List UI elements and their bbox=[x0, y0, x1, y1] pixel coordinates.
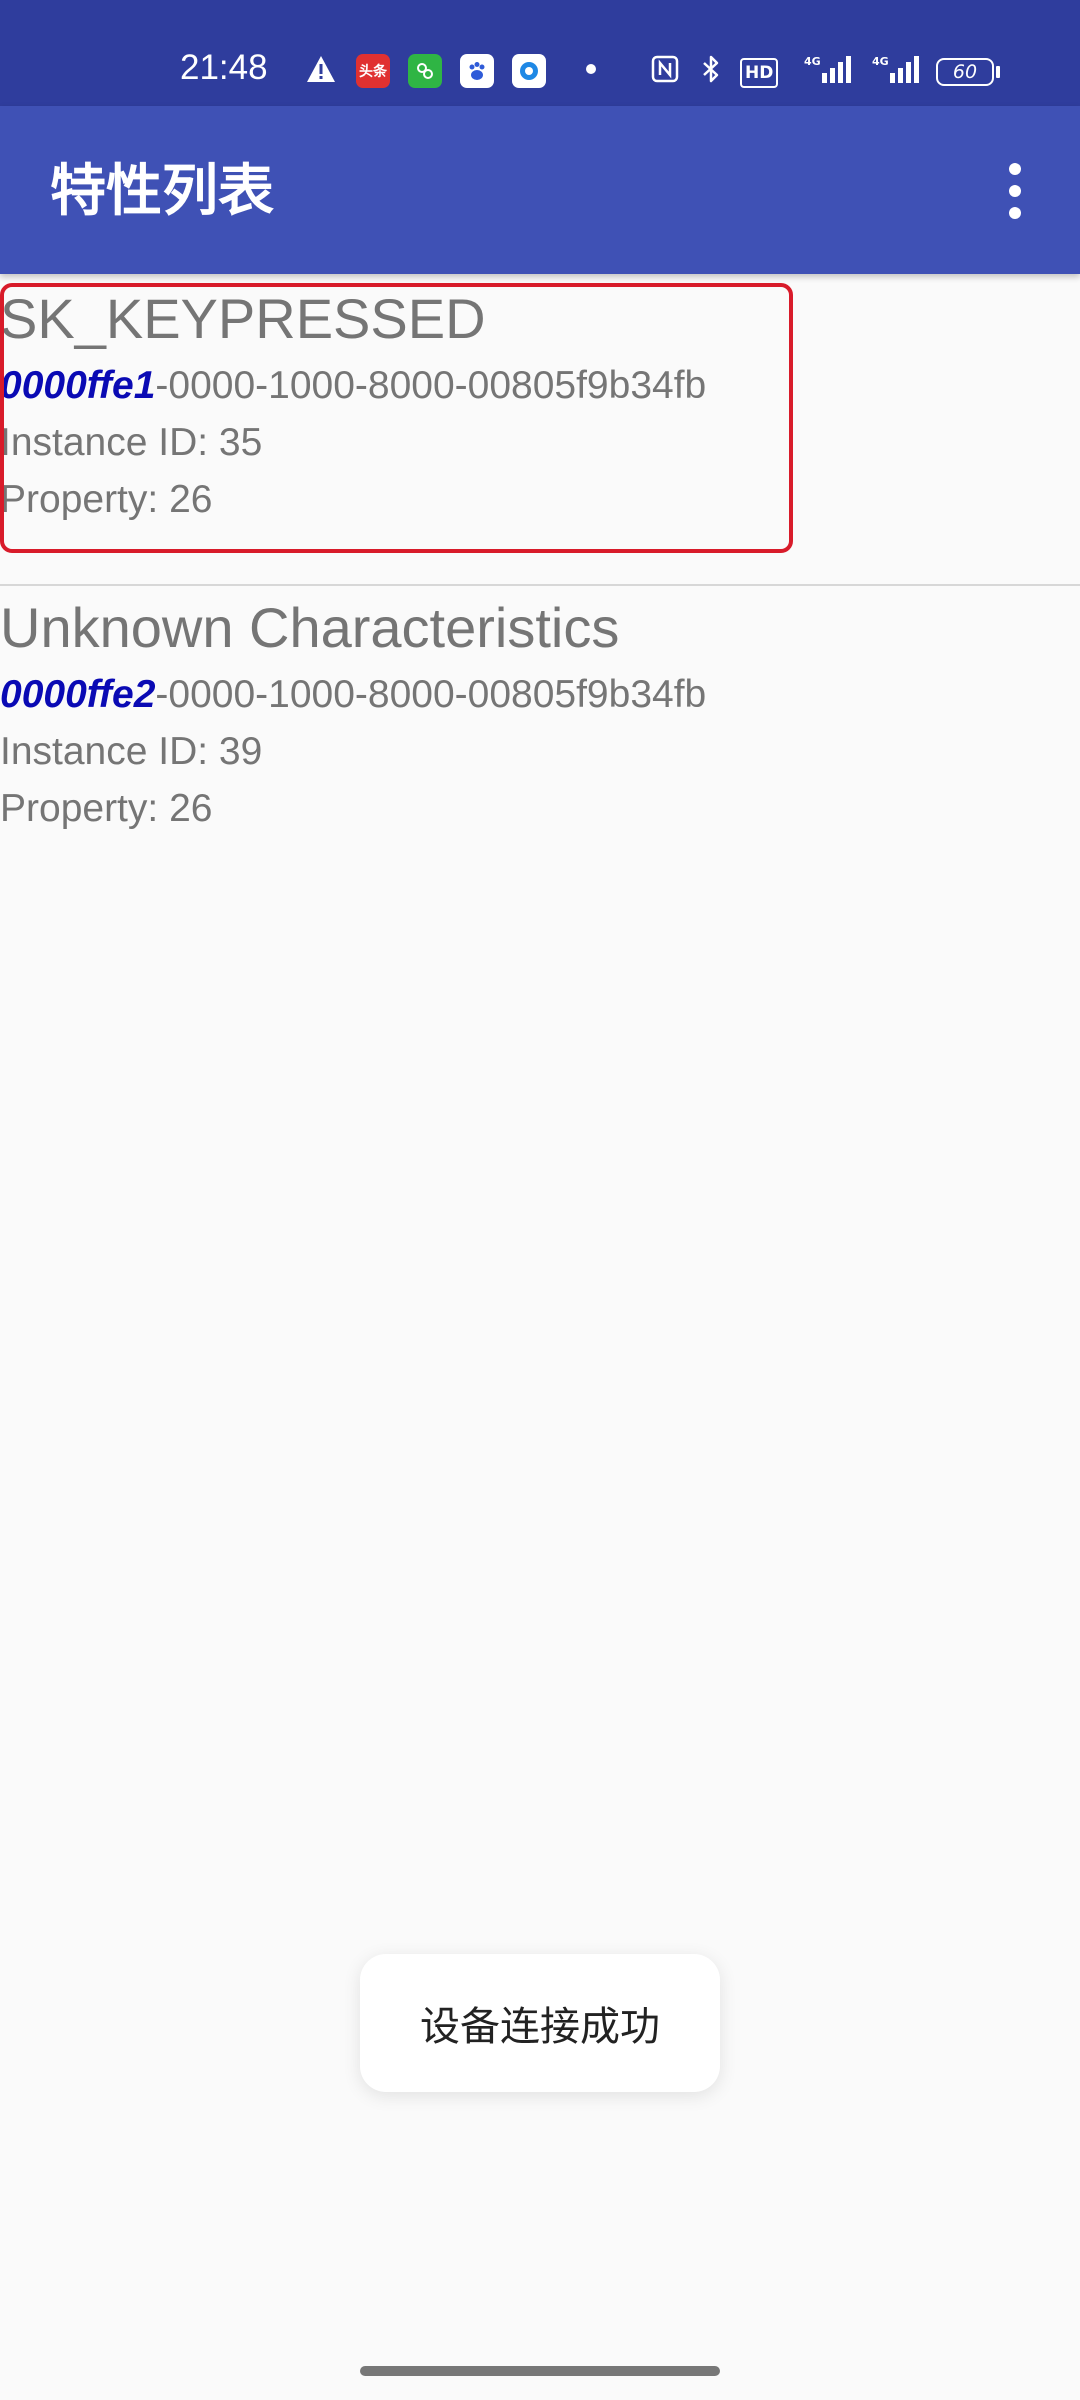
instance-id-label: Instance ID: 35 bbox=[0, 421, 263, 464]
uuid-prefix: 0000ffe1 bbox=[0, 364, 156, 407]
home-indicator[interactable] bbox=[360, 2366, 720, 2376]
battery-nub bbox=[996, 66, 1000, 78]
bluetooth-icon bbox=[694, 52, 728, 86]
notification-dot-icon bbox=[574, 52, 608, 86]
characteristic-name: SK_KEYPRESSED bbox=[0, 287, 486, 350]
more-vert-icon[interactable] bbox=[990, 156, 1040, 226]
wechat-miniapp-icon bbox=[408, 54, 442, 88]
nfc-icon bbox=[648, 52, 682, 86]
uuid-suffix: -0000-1000-8000-00805f9b34fb bbox=[155, 364, 707, 407]
page-title: 特性列表 bbox=[50, 159, 274, 224]
battery-icon: 60 bbox=[936, 58, 994, 86]
4g-signal-icon: 4G bbox=[868, 52, 924, 86]
menu-dot bbox=[1009, 163, 1021, 175]
warning-icon bbox=[304, 52, 338, 86]
baidu-app-icon bbox=[460, 54, 494, 88]
svg-text:4G: 4G bbox=[872, 55, 889, 68]
4g-signal-icon: 4G bbox=[800, 52, 856, 86]
characteristic-name: Unknown Characteristics bbox=[0, 596, 620, 659]
svg-text:4G: 4G bbox=[804, 55, 821, 68]
app-bar: 特性列表 bbox=[0, 106, 1080, 274]
toutiao-app-icon: 头条 bbox=[356, 54, 390, 88]
uuid-prefix: 0000ffe2 bbox=[0, 673, 156, 716]
menu-dot bbox=[1009, 185, 1021, 197]
characteristic-uuid: 0000ffe2-0000-1000-8000-00805f9b34fb bbox=[0, 672, 706, 718]
status-bar: 21:48 头条 HD 4G 4G 60 bbox=[0, 0, 1080, 106]
menu-dot bbox=[1009, 207, 1021, 219]
characteristic-uuid: 0000ffe1-0000-1000-8000-00805f9b34fb bbox=[0, 363, 706, 409]
instance-id-label: Instance ID: 39 bbox=[0, 730, 263, 773]
list-divider bbox=[0, 584, 1080, 586]
property-label: Property: 26 bbox=[0, 478, 213, 521]
toast-message: 设备连接成功 bbox=[360, 1954, 720, 2092]
list-item-characteristic[interactable]: Unknown Characteristics 0000ffe2-0000-10… bbox=[0, 596, 1080, 856]
uuid-suffix: -0000-1000-8000-00805f9b34fb bbox=[155, 673, 707, 716]
circle-app-icon bbox=[512, 54, 546, 88]
property-label: Property: 26 bbox=[0, 787, 213, 830]
hd-icon: HD bbox=[740, 58, 779, 88]
list-item-characteristic[interactable]: SK_KEYPRESSED 0000ffe1-0000-1000-8000-00… bbox=[0, 283, 1080, 583]
status-time: 21:48 bbox=[180, 48, 268, 87]
